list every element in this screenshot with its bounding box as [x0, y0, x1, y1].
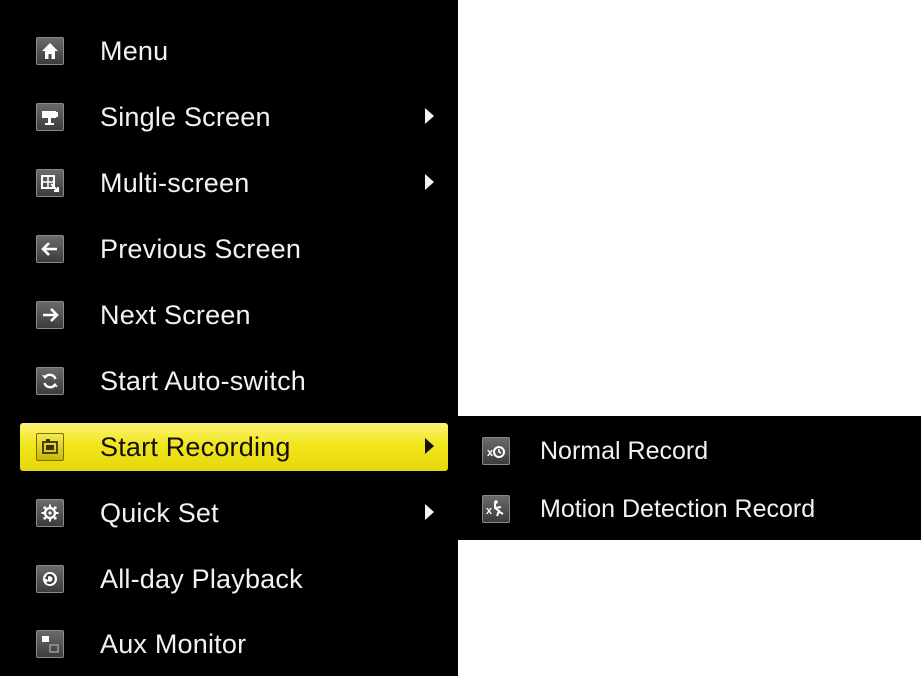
multi-screen-icon: [36, 169, 64, 197]
menu-item-label: All-day Playback: [100, 564, 303, 594]
submenu-item-label: Motion Detection Record: [540, 495, 816, 523]
submenu-item-normal-record[interactable]: x Normal Record: [458, 422, 921, 480]
menu-item-menu[interactable]: Menu: [20, 27, 448, 75]
aux-monitor-icon: [36, 630, 64, 658]
menu-item-label: Start Recording: [100, 432, 291, 462]
chevron-right-icon: [425, 504, 434, 520]
motion-detection-icon: x: [482, 495, 510, 523]
menu-item-label: Quick Set: [100, 498, 219, 528]
menu-item-label: Next Screen: [100, 300, 251, 330]
context-menu: Menu Single Screen Multi-screen Previous…: [0, 0, 458, 676]
gear-icon: [36, 499, 64, 527]
menu-item-label: Aux Monitor: [100, 629, 247, 659]
recording-submenu: x Normal Record x Motion Detection Recor…: [458, 416, 921, 540]
menu-item-label: Single Screen: [100, 102, 271, 132]
menu-item-previous-screen[interactable]: Previous Screen: [20, 225, 448, 273]
menu-item-multi-screen[interactable]: Multi-screen: [20, 159, 448, 207]
playback-icon: [36, 565, 64, 593]
chevron-right-icon: [425, 438, 434, 454]
svg-text:x: x: [487, 447, 494, 459]
arrow-left-icon: [36, 235, 64, 263]
normal-record-icon: x: [482, 437, 510, 465]
menu-item-single-screen[interactable]: Single Screen: [20, 93, 448, 141]
submenu-item-motion-detection-record[interactable]: x Motion Detection Record: [458, 480, 921, 538]
menu-item-label: Menu: [100, 36, 169, 66]
recording-icon: [36, 433, 64, 461]
chevron-right-icon: [425, 174, 434, 190]
menu-item-next-screen[interactable]: Next Screen: [20, 291, 448, 339]
home-icon: [36, 37, 64, 65]
menu-item-aux-monitor[interactable]: Aux Monitor: [20, 620, 448, 668]
arrow-right-icon: [36, 301, 64, 329]
menu-item-label: Multi-screen: [100, 168, 250, 198]
refresh-icon: [36, 367, 64, 395]
menu-item-start-recording[interactable]: Start Recording: [20, 423, 448, 471]
menu-item-label: Previous Screen: [100, 234, 302, 264]
menu-item-start-auto-switch[interactable]: Start Auto-switch: [20, 357, 448, 405]
camera-icon: [36, 103, 64, 131]
svg-text:x: x: [486, 505, 493, 517]
submenu-item-label: Normal Record: [540, 437, 709, 465]
menu-item-quick-set[interactable]: Quick Set: [20, 489, 448, 537]
menu-item-all-day-playback[interactable]: All-day Playback: [20, 555, 448, 603]
menu-item-label: Start Auto-switch: [100, 366, 306, 396]
chevron-right-icon: [425, 108, 434, 124]
